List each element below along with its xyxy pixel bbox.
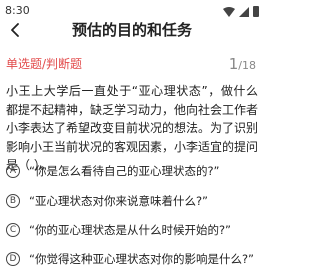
option-a-letter: A <box>6 164 20 178</box>
option-a[interactable]: A “你是怎么看待自己的亚心理状态的?” <box>6 163 260 179</box>
question-type-label: 单选题/判断题 <box>6 57 83 71</box>
progress-total: /18 <box>238 59 256 72</box>
option-a-text: “你是怎么看待自己的亚心理状态的?” <box>29 164 220 178</box>
option-b-text: “亚心理状态对你来说意味着什么?” <box>29 194 209 208</box>
option-c[interactable]: C “你的亚心理状态是从什么时候开始的?” <box>6 222 260 238</box>
option-d-letter: D <box>6 252 20 266</box>
signal-icon <box>239 6 249 17</box>
option-b[interactable]: B “亚心理状态对你来说意味着什么?” <box>6 193 260 209</box>
option-b-letter: B <box>6 194 20 208</box>
page-title: 预估的目的和任务 <box>71 21 192 39</box>
nav-bar: 预估的目的和任务 <box>0 16 264 44</box>
question-text: 小王上大学后一直处于“亚心理状态”，做什么都提不起精神，缺乏学习动力，他向社会工… <box>6 84 259 172</box>
option-d[interactable]: D “你觉得这种亚心理状态对你的影响是什么?” <box>6 251 260 267</box>
wifi-icon <box>223 6 235 17</box>
option-c-letter: C <box>6 223 20 237</box>
option-c-text: “你的亚心理状态是从什么时候开始的?” <box>29 223 232 237</box>
progress-current: 1 <box>228 55 239 73</box>
question-progress: 1/18 <box>229 55 256 73</box>
option-d-text: “你觉得这种亚心理状态对你的影响是什么?” <box>29 252 255 266</box>
